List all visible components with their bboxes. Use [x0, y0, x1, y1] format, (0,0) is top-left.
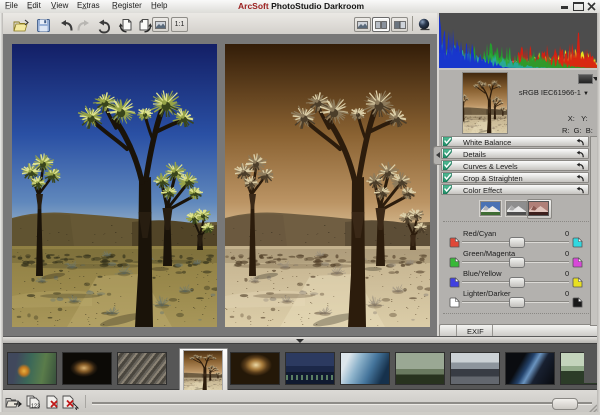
svg-text:123: 123: [31, 404, 40, 410]
